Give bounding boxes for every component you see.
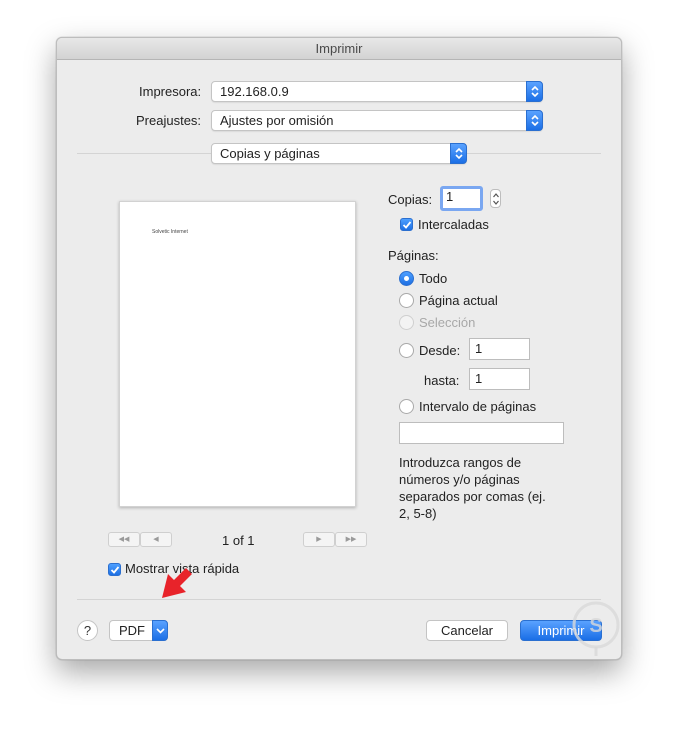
print-dialog: Imprimir Impresora: 192.168.0.9 Preajust… xyxy=(56,37,622,660)
up-down-arrows-icon xyxy=(526,110,543,131)
copies-stepper[interactable] xyxy=(490,189,501,208)
range-hint-line-4: 2, 5-8) xyxy=(399,506,437,521)
checkmark-icon xyxy=(402,221,412,229)
section-popup[interactable]: Copias y páginas xyxy=(211,143,467,164)
up-down-arrows-icon xyxy=(526,81,543,102)
checkmark-icon xyxy=(110,566,120,574)
copies-input[interactable]: 1 xyxy=(440,186,483,211)
pages-selection-radio xyxy=(399,315,414,330)
pages-selection-label: Selección xyxy=(419,315,476,330)
page-preview: Solvetic Internet xyxy=(119,201,356,507)
watermark-logo-icon: S xyxy=(572,601,620,656)
pages-from-radio[interactable] xyxy=(399,343,414,358)
printer-popup[interactable]: 192.168.0.9 xyxy=(211,81,543,102)
pages-all-radio[interactable] xyxy=(399,271,414,286)
printer-value: 192.168.0.9 xyxy=(220,84,289,99)
pages-range-input[interactable] xyxy=(399,422,564,444)
pages-all-label: Todo xyxy=(419,271,448,286)
pdf-label: PDF xyxy=(119,623,145,638)
presets-popup[interactable]: Ajustes por omisión xyxy=(211,110,543,131)
pages-range-label: Intervalo de páginas xyxy=(419,399,537,414)
pages-from-label: Desde: xyxy=(419,343,461,358)
svg-text:S: S xyxy=(589,615,602,637)
range-hint-line-3: separados por comas (ej. xyxy=(399,489,546,504)
copies-label: Copias: xyxy=(388,192,433,207)
page-counter: 1 of 1 xyxy=(222,533,255,548)
up-down-arrows-icon xyxy=(493,193,499,205)
pages-current-radio[interactable] xyxy=(399,293,414,308)
cancel-button[interactable]: Cancelar xyxy=(426,620,508,641)
chevron-down-icon xyxy=(152,620,168,641)
collate-label: Intercaladas xyxy=(418,217,489,232)
pages-from-input[interactable]: 1 xyxy=(469,338,530,360)
collate-checkbox[interactable] xyxy=(400,218,413,231)
section-value: Copias y páginas xyxy=(220,146,320,161)
pages-to-label: hasta: xyxy=(424,373,460,388)
quick-preview-checkbox[interactable] xyxy=(108,563,121,576)
pages-range-radio[interactable] xyxy=(399,399,414,414)
presets-label: Preajustes: xyxy=(136,113,202,128)
pages-to-input[interactable]: 1 xyxy=(469,368,530,390)
printer-label: Impresora: xyxy=(139,84,202,99)
red-arrow-icon xyxy=(162,568,192,598)
first-page-button[interactable]: ◀◀ xyxy=(108,532,140,547)
presets-value: Ajustes por omisión xyxy=(220,113,334,128)
last-page-button[interactable]: ▶▶ xyxy=(335,532,367,547)
preview-text: Solvetic Internet xyxy=(152,229,188,235)
pages-label: Páginas: xyxy=(388,248,439,263)
range-hint-line-2: números y/o páginas xyxy=(399,472,520,487)
up-down-arrows-icon xyxy=(450,143,467,164)
help-button[interactable]: ? xyxy=(77,620,98,641)
range-hint-line-1: Introduzca rangos de xyxy=(399,455,522,470)
pdf-menu-button[interactable]: PDF xyxy=(109,620,168,641)
next-page-button[interactable]: ▶ xyxy=(303,532,335,547)
previous-page-button[interactable]: ◀ xyxy=(140,532,172,547)
pages-current-label: Página actual xyxy=(419,293,498,308)
window-title: Imprimir xyxy=(57,38,621,60)
